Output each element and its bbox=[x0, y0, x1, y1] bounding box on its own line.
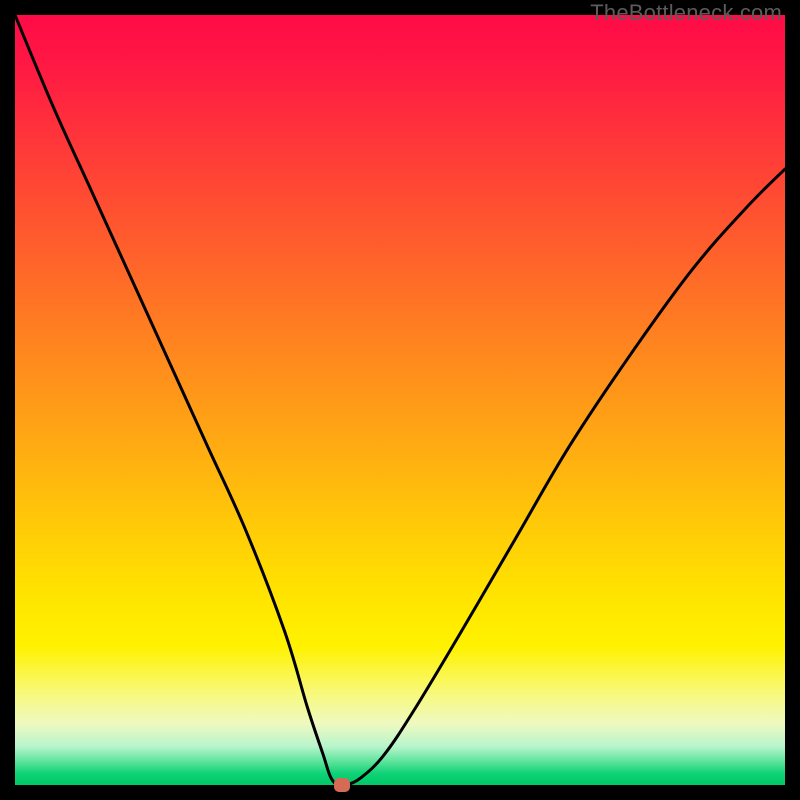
chart-frame: TheBottleneck.com bbox=[0, 0, 800, 800]
minimum-marker bbox=[334, 778, 350, 792]
plot-area bbox=[15, 15, 785, 785]
bottleneck-curve bbox=[15, 15, 785, 785]
watermark-text: TheBottleneck.com bbox=[590, 0, 782, 26]
